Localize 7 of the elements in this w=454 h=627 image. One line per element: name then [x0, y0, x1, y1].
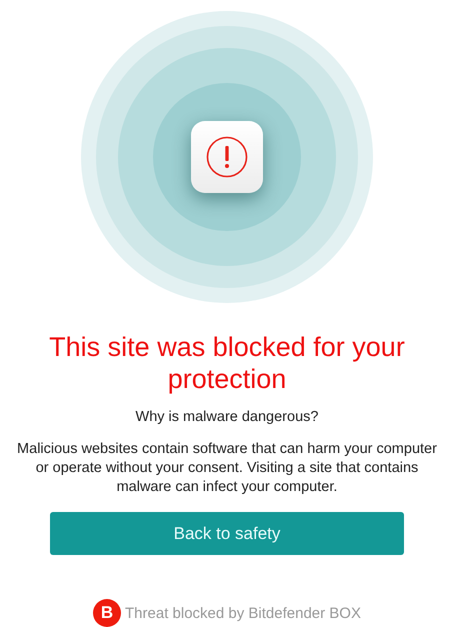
description: Malicious websites contain software that can harm your computer or operate without your consent. Visiting a site that contains malware can infect your computer.	[16, 440, 438, 497]
alert-icon	[191, 121, 263, 193]
logo-icon: B	[93, 599, 122, 627]
footer-text: Threat blocked by Bitdefender BOX	[125, 604, 361, 622]
back-to-safety-button[interactable]: Back to safety	[50, 512, 404, 555]
subtitle: Why is malware dangerous?	[136, 409, 318, 425]
page-title: This site was blocked for your protection	[48, 331, 406, 395]
